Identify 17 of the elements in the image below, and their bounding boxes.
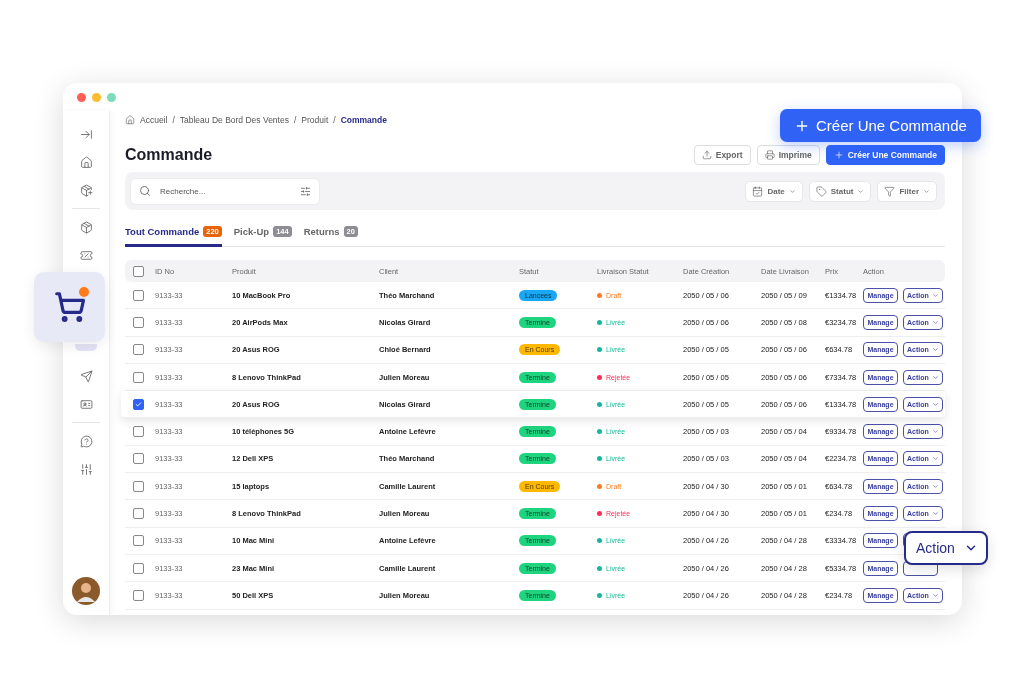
breadcrumb-link[interactable]: Tableau De Bord Des Ventes	[179, 115, 289, 125]
breadcrumb-separator: /	[172, 115, 175, 125]
export-button[interactable]: Export	[693, 145, 751, 165]
breadcrumb-separator: /	[333, 115, 336, 125]
breadcrumb-link[interactable]: Accueil	[140, 115, 168, 125]
breadcrumb-separator: /	[293, 115, 297, 125]
search-field[interactable]: Recherche...	[130, 177, 320, 205]
breadcrumb-link[interactable]: Commande	[340, 115, 387, 125]
filter-dropdown[interactable]: Filter	[877, 180, 937, 202]
print-button[interactable]: Imprime	[756, 145, 820, 165]
action-dropdown[interactable]: Action	[904, 531, 988, 565]
filter-dropdown[interactable]: Statut	[808, 180, 872, 202]
breadcrumb-link[interactable]: Produit	[301, 115, 329, 125]
filter-dropdown[interactable]: Date	[745, 180, 803, 202]
page-title: Commande	[125, 146, 213, 164]
create-order-button[interactable]: Créer Une Commande	[780, 109, 981, 142]
create-button[interactable]: Créer Une Commande	[825, 145, 945, 165]
